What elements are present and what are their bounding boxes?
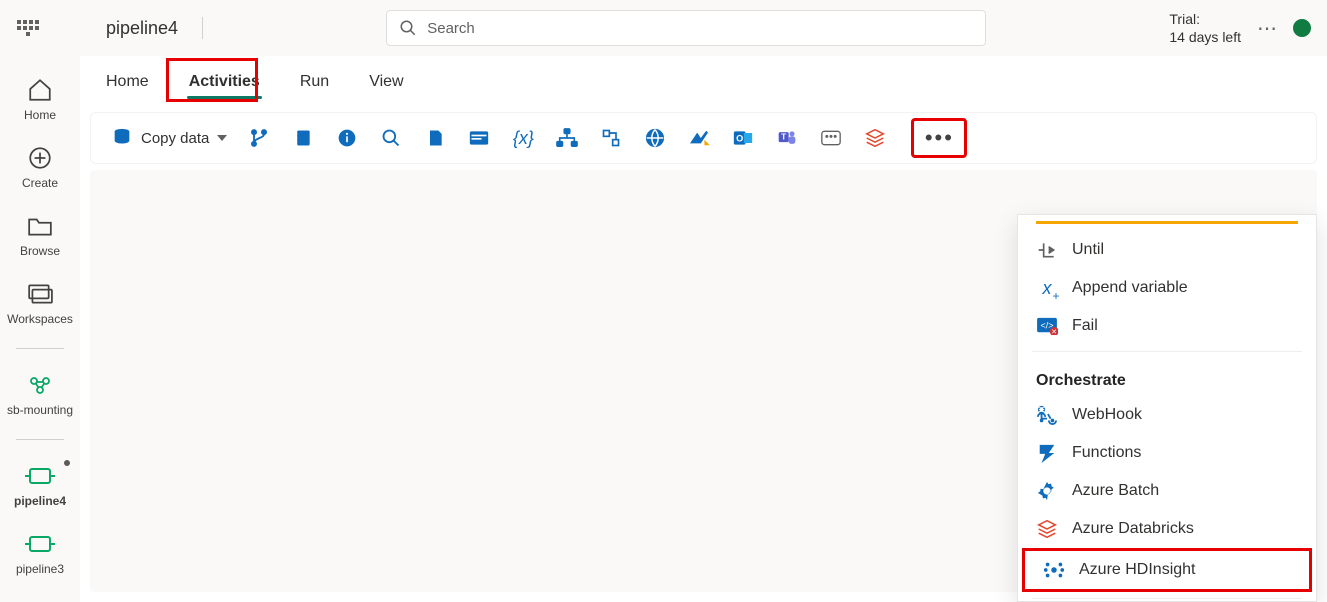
- svg-text:T: T: [782, 132, 787, 142]
- notebook-icon[interactable]: [283, 118, 323, 158]
- nav-divider: [16, 439, 64, 440]
- chevron-down-icon: [217, 135, 227, 141]
- tab-run[interactable]: Run: [294, 63, 335, 103]
- menu-scroll[interactable]: Until x+ Append variable </>✕ Fail Orche…: [1018, 215, 1316, 601]
- menu-divider: [1032, 598, 1302, 599]
- copy-data-label: Copy data: [141, 130, 209, 147]
- nav-workspace-sb-mounting[interactable]: sb-mounting: [0, 365, 80, 423]
- nav-divider: [16, 348, 64, 349]
- activities-toolbar: Copy data {x} O T •••: [90, 112, 1317, 164]
- menu-item-functions[interactable]: Functions: [1018, 434, 1316, 472]
- database-icon: [111, 127, 133, 149]
- databricks-icon: [1036, 518, 1058, 540]
- outlook-icon[interactable]: O: [723, 118, 763, 158]
- nav-pipeline3[interactable]: pipeline3: [0, 524, 80, 582]
- menu-item-label: Until: [1072, 241, 1104, 259]
- pipeline-icon: [26, 530, 54, 558]
- tab-activities[interactable]: Activities: [183, 63, 266, 103]
- menu-item-label: Functions: [1072, 444, 1141, 462]
- trial-line2: 14 days left: [1169, 28, 1241, 46]
- app-header: pipeline4 Trial: 14 days left ⋯: [0, 0, 1327, 56]
- nav-label: Workspaces: [7, 312, 73, 326]
- trial-line1: Trial:: [1169, 10, 1241, 28]
- fail-icon: </>✕: [1036, 315, 1058, 337]
- nav-label: pipeline3: [16, 562, 64, 576]
- keyboard-icon[interactable]: [811, 118, 851, 158]
- menu-item-append-variable[interactable]: x+ Append variable: [1018, 269, 1316, 307]
- menu-item-azure-batch[interactable]: Azure Batch: [1018, 472, 1316, 510]
- hdinsight-icon: [1043, 559, 1065, 581]
- menu-item-label: Append variable: [1072, 279, 1188, 297]
- home-icon: [26, 76, 54, 104]
- tab-view[interactable]: View: [363, 63, 409, 103]
- menu-item-until[interactable]: Until: [1018, 231, 1316, 269]
- cut-indicator: [1036, 221, 1298, 227]
- svg-text:✕: ✕: [1051, 327, 1057, 335]
- activity-overflow-menu: Until x+ Append variable </>✕ Fail Orche…: [1017, 214, 1317, 602]
- branch-icon[interactable]: [239, 118, 279, 158]
- shell: Home Create Browse Workspaces sb-mounti: [0, 56, 1327, 602]
- nav-home[interactable]: Home: [0, 70, 80, 128]
- until-icon: [1036, 239, 1058, 261]
- folder-icon: [26, 212, 54, 240]
- tab-home[interactable]: Home: [100, 63, 155, 103]
- menu-item-label: Azure HDInsight: [1079, 561, 1196, 579]
- lookup-icon[interactable]: [371, 118, 411, 158]
- menu-divider: [1032, 351, 1302, 352]
- append-variable-icon: x+: [1036, 277, 1058, 299]
- menu-item-webhook[interactable]: WebHook: [1018, 396, 1316, 434]
- nav-label: Browse: [20, 244, 60, 258]
- header-overflow-icon[interactable]: ⋯: [1257, 16, 1277, 41]
- left-nav: Home Create Browse Workspaces sb-mounti: [0, 56, 80, 602]
- workspaces-icon: [26, 280, 54, 308]
- webhook-icon: [1036, 404, 1058, 426]
- nav-browse[interactable]: Browse: [0, 206, 80, 264]
- menu-section-orchestrate: Orchestrate: [1018, 358, 1316, 396]
- menu-item-azure-hdinsight[interactable]: Azure HDInsight: [1022, 548, 1312, 592]
- pipeline-icon: [26, 462, 54, 490]
- script-icon[interactable]: [415, 118, 455, 158]
- variable-icon[interactable]: {x}: [503, 118, 543, 158]
- nav-label: sb-mounting: [7, 403, 73, 417]
- avatar[interactable]: [1293, 19, 1311, 37]
- info-icon[interactable]: [327, 118, 367, 158]
- menu-item-azure-databricks[interactable]: Azure Databricks: [1018, 510, 1316, 548]
- search-icon: [399, 19, 417, 37]
- web-icon[interactable]: [635, 118, 675, 158]
- nav-label: Home: [24, 108, 56, 122]
- nav-create[interactable]: Create: [0, 138, 80, 196]
- pipeline-activity-icon[interactable]: [591, 118, 631, 158]
- trial-status: Trial: 14 days left: [1169, 10, 1241, 46]
- nav-workspaces[interactable]: Workspaces: [0, 274, 80, 332]
- page-title: pipeline4: [106, 18, 178, 39]
- search-box[interactable]: [386, 10, 986, 46]
- unsaved-dot-icon: [64, 460, 70, 466]
- plus-circle-icon: [26, 144, 54, 172]
- menu-item-label: WebHook: [1072, 406, 1142, 424]
- menu-item-label: Azure Batch: [1072, 482, 1159, 500]
- stored-proc-icon[interactable]: [459, 118, 499, 158]
- nav-label: Create: [22, 176, 58, 190]
- search-container: [219, 10, 1153, 46]
- gear-icon: [1036, 480, 1058, 502]
- databricks-icon[interactable]: [855, 118, 895, 158]
- nav-label: pipeline4: [14, 494, 66, 508]
- search-input[interactable]: [425, 19, 973, 38]
- functions-icon: [1036, 442, 1058, 464]
- tab-bar: Home Activities Run View: [80, 56, 1327, 104]
- menu-item-label: Fail: [1072, 317, 1098, 335]
- toolbar-overflow-button[interactable]: •••: [911, 118, 967, 158]
- copy-data-button[interactable]: Copy data: [103, 118, 235, 158]
- waffle-icon[interactable]: [16, 16, 40, 40]
- workspace-icon: [26, 371, 54, 399]
- main: Home Activities Run View Copy data {x} O: [80, 56, 1327, 602]
- semantic-model-icon[interactable]: [679, 118, 719, 158]
- divider: [202, 17, 203, 39]
- teams-icon[interactable]: T: [767, 118, 807, 158]
- menu-item-label: Azure Databricks: [1072, 520, 1194, 538]
- menu-item-fail[interactable]: </>✕ Fail: [1018, 307, 1316, 345]
- svg-text:O: O: [736, 133, 743, 143]
- dataflow-icon[interactable]: [547, 118, 587, 158]
